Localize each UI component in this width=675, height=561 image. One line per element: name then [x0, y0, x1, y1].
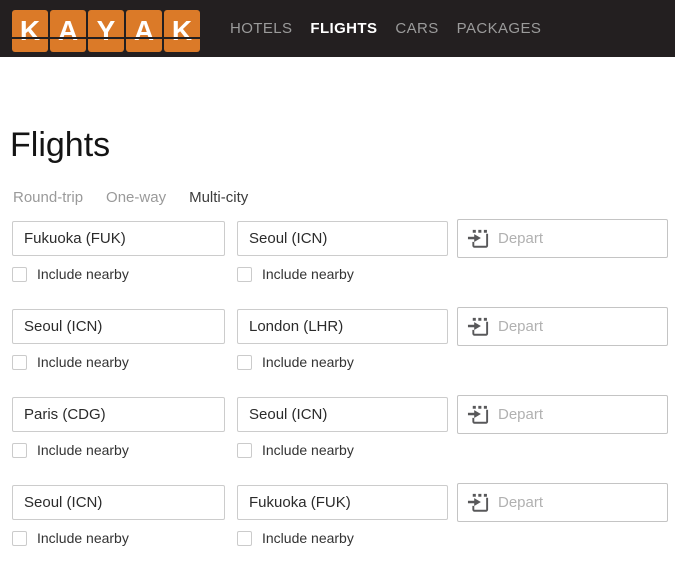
nav-item-hotels[interactable]: HOTELS — [230, 20, 292, 37]
include-nearby-origin-checkbox[interactable] — [12, 266, 27, 282]
calendar-depart-icon — [467, 405, 489, 424]
include-nearby-label[interactable]: Include nearby — [262, 354, 354, 370]
include-nearby-label[interactable]: Include nearby — [37, 530, 129, 546]
logo-tile: K — [164, 10, 200, 52]
kayak-logo[interactable]: K A Y A K — [12, 10, 200, 52]
include-nearby-label[interactable]: Include nearby — [262, 442, 354, 458]
include-nearby-destination: Include nearby — [237, 266, 354, 282]
depart-placeholder-text: Depart — [498, 494, 544, 511]
depart-date-field[interactable]: Depart — [457, 307, 668, 346]
flight-leg-row: Depart Include nearby Include nearby — [0, 395, 675, 483]
page-title: Flights — [10, 126, 111, 164]
include-nearby-destination-checkbox[interactable] — [237, 442, 252, 458]
trip-type-tabs: Round-trip One-way Multi-city — [13, 189, 248, 206]
destination-input[interactable] — [237, 485, 448, 520]
nav-item-packages[interactable]: PACKAGES — [457, 20, 542, 37]
origin-input[interactable] — [12, 309, 225, 344]
logo-tile: A — [50, 10, 86, 52]
include-nearby-origin: Include nearby — [12, 530, 129, 546]
include-nearby-label[interactable]: Include nearby — [37, 442, 129, 458]
origin-input[interactable] — [12, 485, 225, 520]
flight-leg-row: Depart Include nearby Include nearby — [0, 483, 675, 561]
nav-item-cars[interactable]: CARS — [395, 20, 438, 37]
depart-date-field[interactable]: Depart — [457, 219, 668, 258]
include-nearby-origin: Include nearby — [12, 354, 129, 370]
top-navigation-bar: K A Y A K HOTELS FLIGHTS CARS PACKAGES — [0, 0, 675, 57]
include-nearby-destination: Include nearby — [237, 354, 354, 370]
include-nearby-destination-checkbox[interactable] — [237, 266, 252, 282]
depart-date-field[interactable]: Depart — [457, 395, 668, 434]
calendar-depart-icon — [467, 493, 489, 512]
include-nearby-origin: Include nearby — [12, 442, 129, 458]
flight-leg-row: Depart Include nearby Include nearby — [0, 307, 675, 395]
depart-placeholder-text: Depart — [498, 318, 544, 335]
include-nearby-destination-checkbox[interactable] — [237, 530, 252, 546]
depart-placeholder-text: Depart — [498, 230, 544, 247]
logo-tile: Y — [88, 10, 124, 52]
tab-one-way[interactable]: One-way — [106, 189, 166, 206]
tab-round-trip[interactable]: Round-trip — [13, 189, 83, 206]
logo-tile: A — [126, 10, 162, 52]
include-nearby-destination-checkbox[interactable] — [237, 354, 252, 370]
destination-input[interactable] — [237, 221, 448, 256]
include-nearby-origin-checkbox[interactable] — [12, 530, 27, 546]
include-nearby-label[interactable]: Include nearby — [37, 354, 129, 370]
include-nearby-origin-checkbox[interactable] — [12, 442, 27, 458]
origin-input[interactable] — [12, 221, 225, 256]
main-nav: HOTELS FLIGHTS CARS PACKAGES — [230, 0, 541, 57]
destination-input[interactable] — [237, 309, 448, 344]
flight-leg-row: Depart Include nearby Include nearby — [0, 219, 675, 307]
nav-item-flights[interactable]: FLIGHTS — [310, 20, 377, 37]
include-nearby-destination: Include nearby — [237, 442, 354, 458]
depart-date-field[interactable]: Depart — [457, 483, 668, 522]
calendar-depart-icon — [467, 229, 489, 248]
include-nearby-label[interactable]: Include nearby — [37, 266, 129, 282]
include-nearby-label[interactable]: Include nearby — [262, 530, 354, 546]
calendar-depart-icon — [467, 317, 489, 336]
origin-input[interactable] — [12, 397, 225, 432]
depart-placeholder-text: Depart — [498, 406, 544, 423]
include-nearby-origin: Include nearby — [12, 266, 129, 282]
include-nearby-destination: Include nearby — [237, 530, 354, 546]
tab-multi-city[interactable]: Multi-city — [189, 189, 248, 206]
logo-tile: K — [12, 10, 48, 52]
include-nearby-label[interactable]: Include nearby — [262, 266, 354, 282]
destination-input[interactable] — [237, 397, 448, 432]
include-nearby-origin-checkbox[interactable] — [12, 354, 27, 370]
